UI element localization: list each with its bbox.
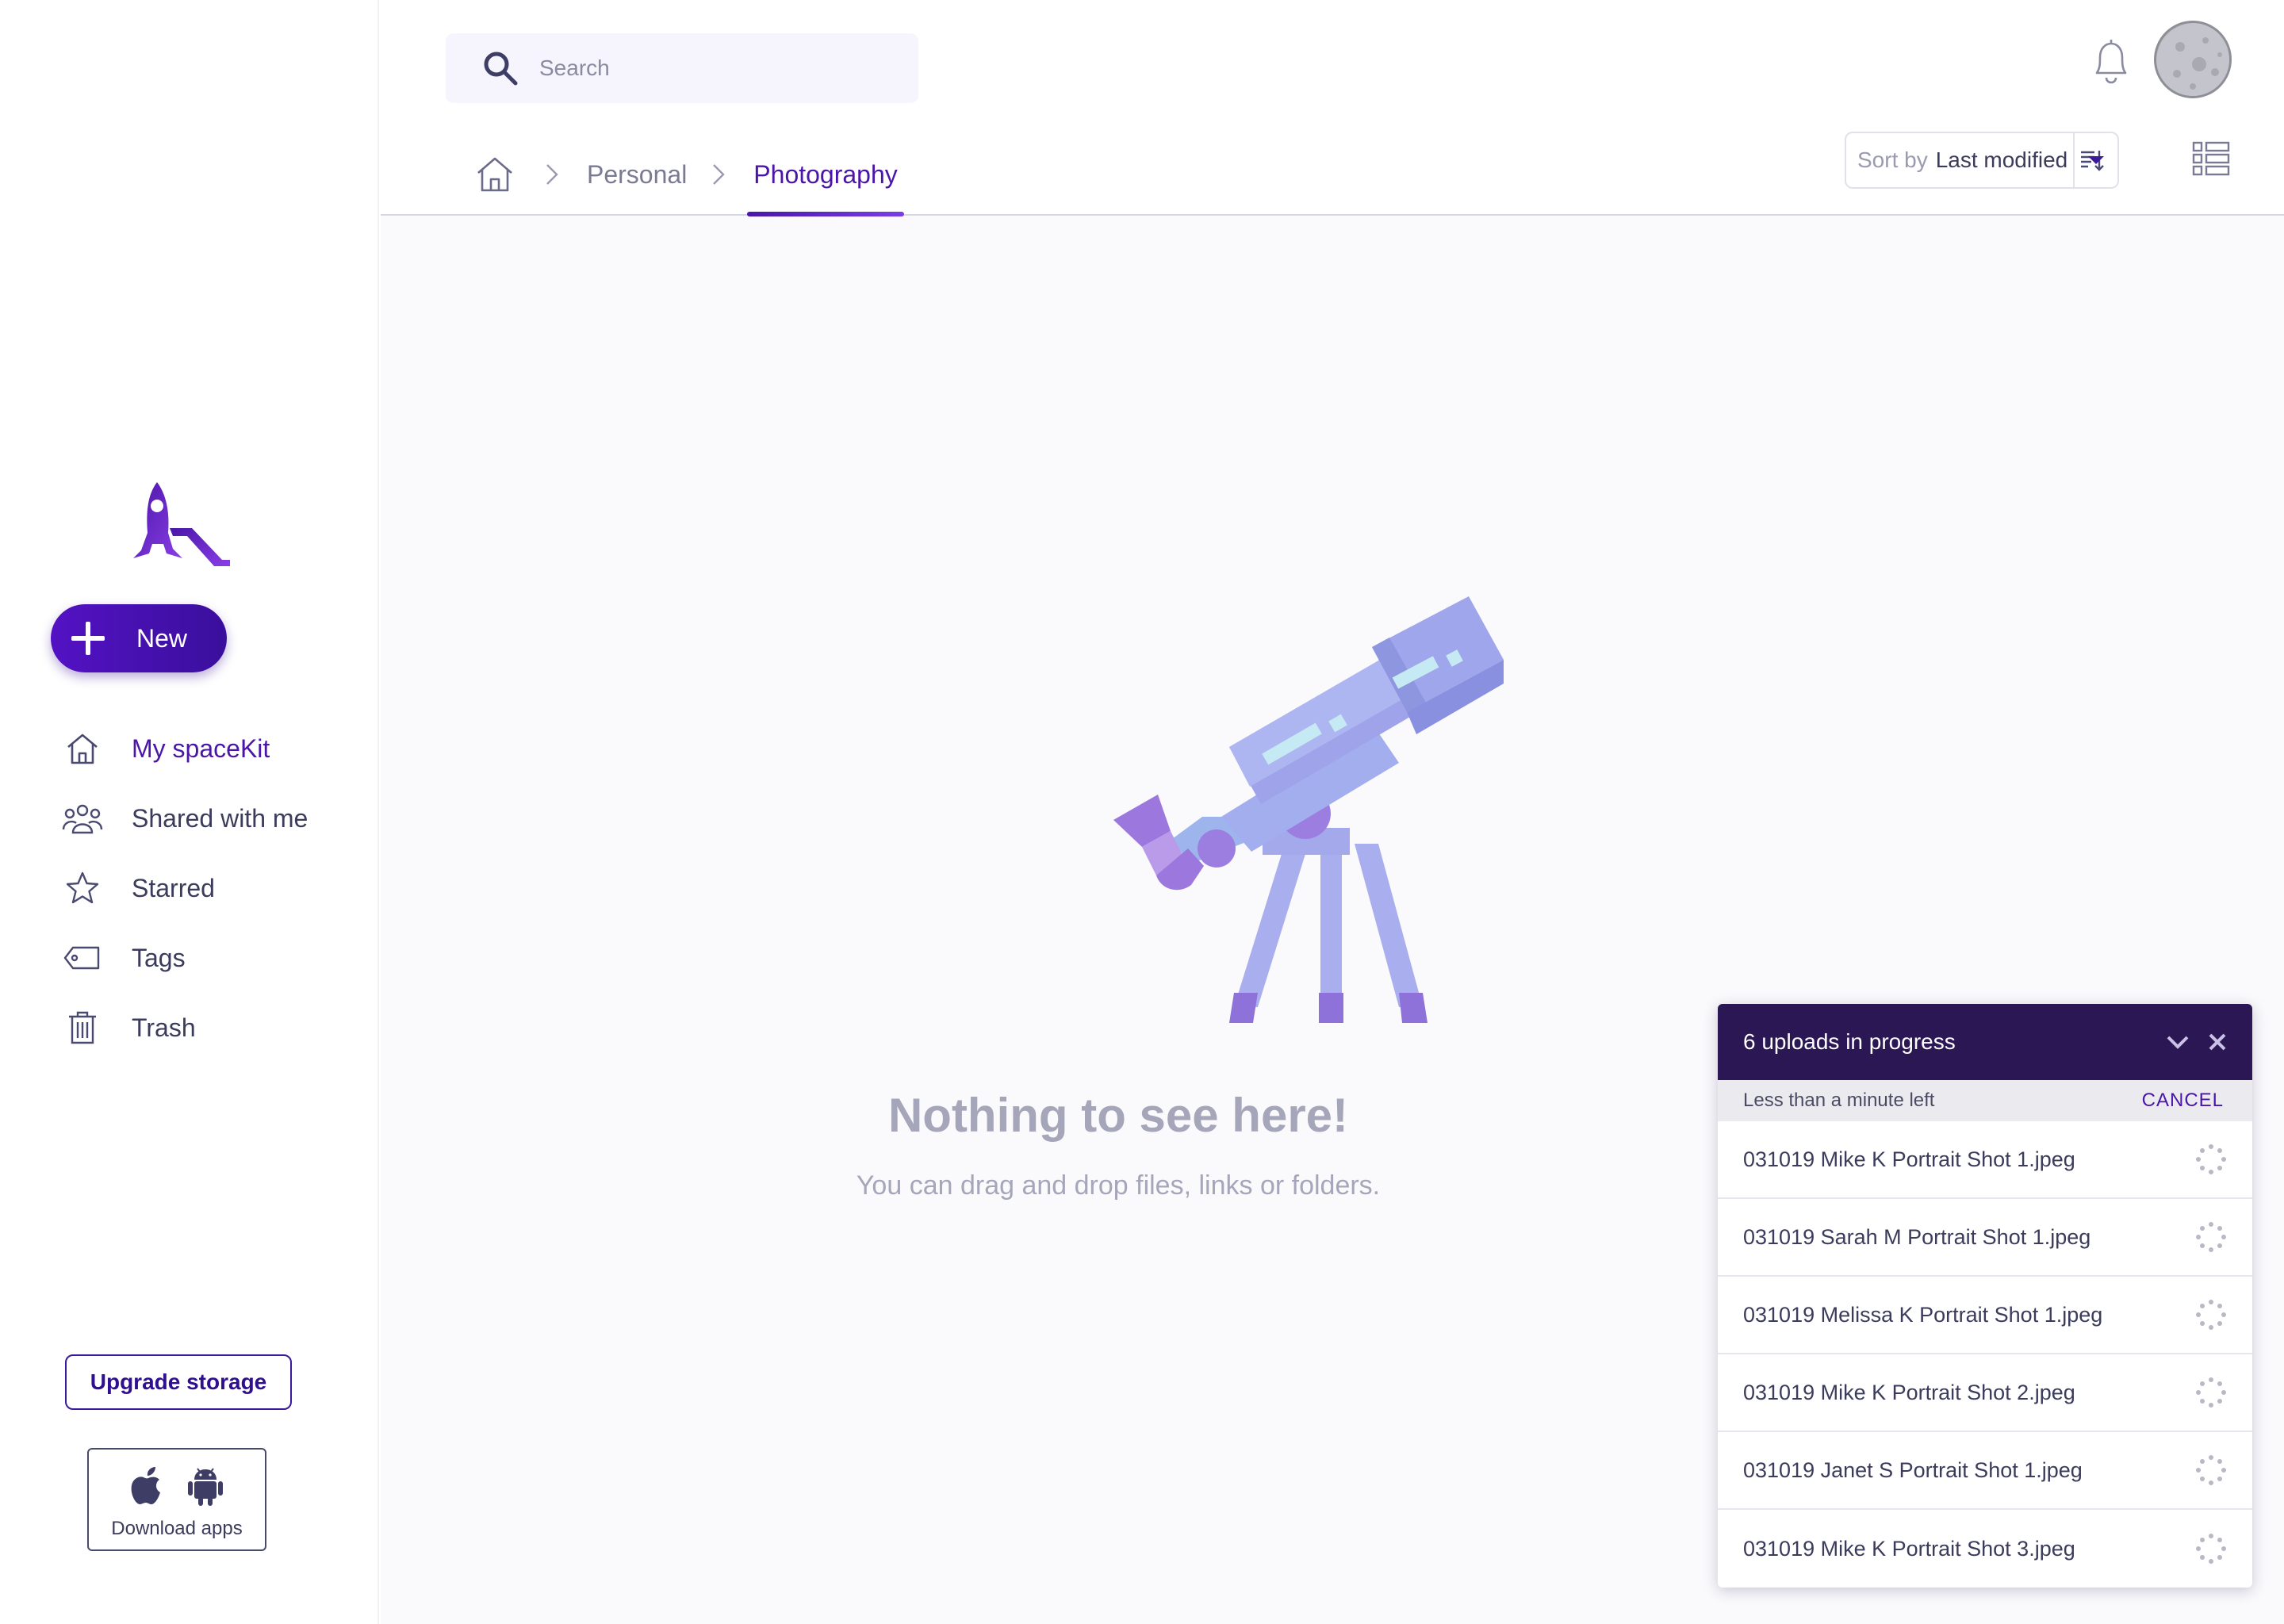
upload-item: 031019 Mike K Portrait Shot 2.jpeg (1718, 1354, 2252, 1432)
plus-icon (71, 622, 105, 655)
list-view-icon[interactable] (2192, 140, 2230, 178)
people-icon (60, 796, 105, 841)
sidebar-item-label: Tags (132, 943, 186, 972)
loading-spinner-icon (2196, 1377, 2226, 1408)
upload-file-name: 031019 Mike K Portrait Shot 3.jpeg (1743, 1536, 2075, 1561)
chevron-down-icon[interactable] (2163, 1028, 2192, 1056)
search-input[interactable] (539, 56, 872, 81)
upgrade-storage-button[interactable]: Upgrade storage (65, 1354, 292, 1410)
new-button[interactable]: New (51, 604, 227, 672)
upload-progress-panel: 6 uploads in progress Less than a minute… (1718, 1004, 2252, 1588)
telescope-illustration (1113, 596, 1504, 1023)
apple-icon (131, 1467, 160, 1505)
notification-bell-icon[interactable] (2087, 35, 2135, 87)
home-icon (60, 726, 105, 771)
chevron-right-icon (544, 160, 563, 189)
sidebar-nav: My spaceKit Shared with me Starred Tags … (60, 714, 377, 1063)
upgrade-storage-label: Upgrade storage (90, 1369, 267, 1394)
new-button-label: New (136, 623, 188, 653)
sidebar-item-my-spacekit[interactable]: My spaceKit (60, 714, 377, 783)
top-bar: Personal Photography Sort by Last modifi… (381, 0, 2284, 216)
sort-value: Last modified (1935, 147, 2068, 172)
search-icon (484, 52, 518, 86)
upload-time-left: Less than a minute left (1743, 1090, 1935, 1111)
upload-item: 031019 Melissa K Portrait Shot 1.jpeg (1718, 1277, 2252, 1354)
sort-control[interactable]: Sort by Last modified (1845, 132, 2119, 189)
cancel-uploads-button[interactable]: CANCEL (2142, 1090, 2224, 1112)
loading-spinner-icon (2196, 1222, 2226, 1252)
user-avatar[interactable] (2154, 21, 2232, 98)
sidebar-item-label: Starred (132, 873, 215, 902)
close-icon[interactable] (2203, 1028, 2232, 1056)
moon-avatar-icon (2156, 23, 2229, 96)
upload-item: 031019 Mike K Portrait Shot 1.jpeg (1718, 1121, 2252, 1199)
breadcrumb-photography[interactable]: Photography (747, 160, 905, 216)
android-icon (188, 1468, 223, 1506)
loading-spinner-icon (2196, 1455, 2226, 1485)
sidebar-item-label: Shared with me (132, 803, 308, 833)
upload-status-bar: Less than a minute left CANCEL (1718, 1080, 2252, 1121)
sidebar-item-starred[interactable]: Starred (60, 853, 377, 923)
search-bar[interactable] (446, 33, 918, 103)
tag-icon (60, 936, 105, 980)
upload-file-name: 031019 Sarah M Portrait Shot 1.jpeg (1743, 1224, 2091, 1249)
upload-item: 031019 Janet S Portrait Shot 1.jpeg (1718, 1432, 2252, 1510)
breadcrumb-home-icon[interactable] (476, 152, 520, 197)
upload-item: 031019 Sarah M Portrait Shot 1.jpeg (1718, 1199, 2252, 1277)
loading-spinner-icon (2196, 1300, 2226, 1330)
download-apps-button[interactable]: Download apps (87, 1448, 266, 1551)
sidebar: New My spaceKit Shared with me Starred T… (0, 0, 379, 1624)
chevron-right-icon (711, 160, 730, 189)
loading-spinner-icon (2196, 1534, 2226, 1564)
upload-panel-title: 6 uploads in progress (1743, 1029, 1956, 1054)
loading-spinner-icon (2196, 1144, 2226, 1174)
breadcrumb: Personal Photography (476, 151, 905, 216)
upload-file-name: 031019 Mike K Portrait Shot 2.jpeg (1743, 1380, 2075, 1404)
sidebar-item-tags[interactable]: Tags (60, 923, 377, 993)
sidebar-item-trash[interactable]: Trash (60, 993, 377, 1063)
breadcrumb-personal[interactable]: Personal (587, 160, 687, 190)
upload-item: 031019 Mike K Portrait Shot 3.jpeg (1718, 1510, 2252, 1588)
upload-file-name: 031019 Mike K Portrait Shot 1.jpeg (1743, 1147, 2075, 1171)
spacekit-logo[interactable] (125, 477, 233, 566)
sidebar-item-label: Trash (132, 1013, 196, 1042)
sidebar-item-shared-with-me[interactable]: Shared with me (60, 783, 377, 853)
download-apps-label: Download apps (111, 1518, 243, 1539)
star-icon (60, 866, 105, 910)
trash-icon (60, 1005, 105, 1050)
upload-file-name: 031019 Janet S Portrait Shot 1.jpeg (1743, 1457, 2083, 1482)
upload-panel-header: 6 uploads in progress (1718, 1004, 2252, 1080)
sidebar-item-label: My spaceKit (132, 733, 270, 763)
upload-file-name: 031019 Melissa K Portrait Shot 1.jpeg (1743, 1302, 2103, 1327)
caret-down-icon (2088, 156, 2104, 164)
sort-label: Sort by (1857, 147, 1928, 172)
sort-dropdown-toggle[interactable] (2073, 133, 2117, 187)
